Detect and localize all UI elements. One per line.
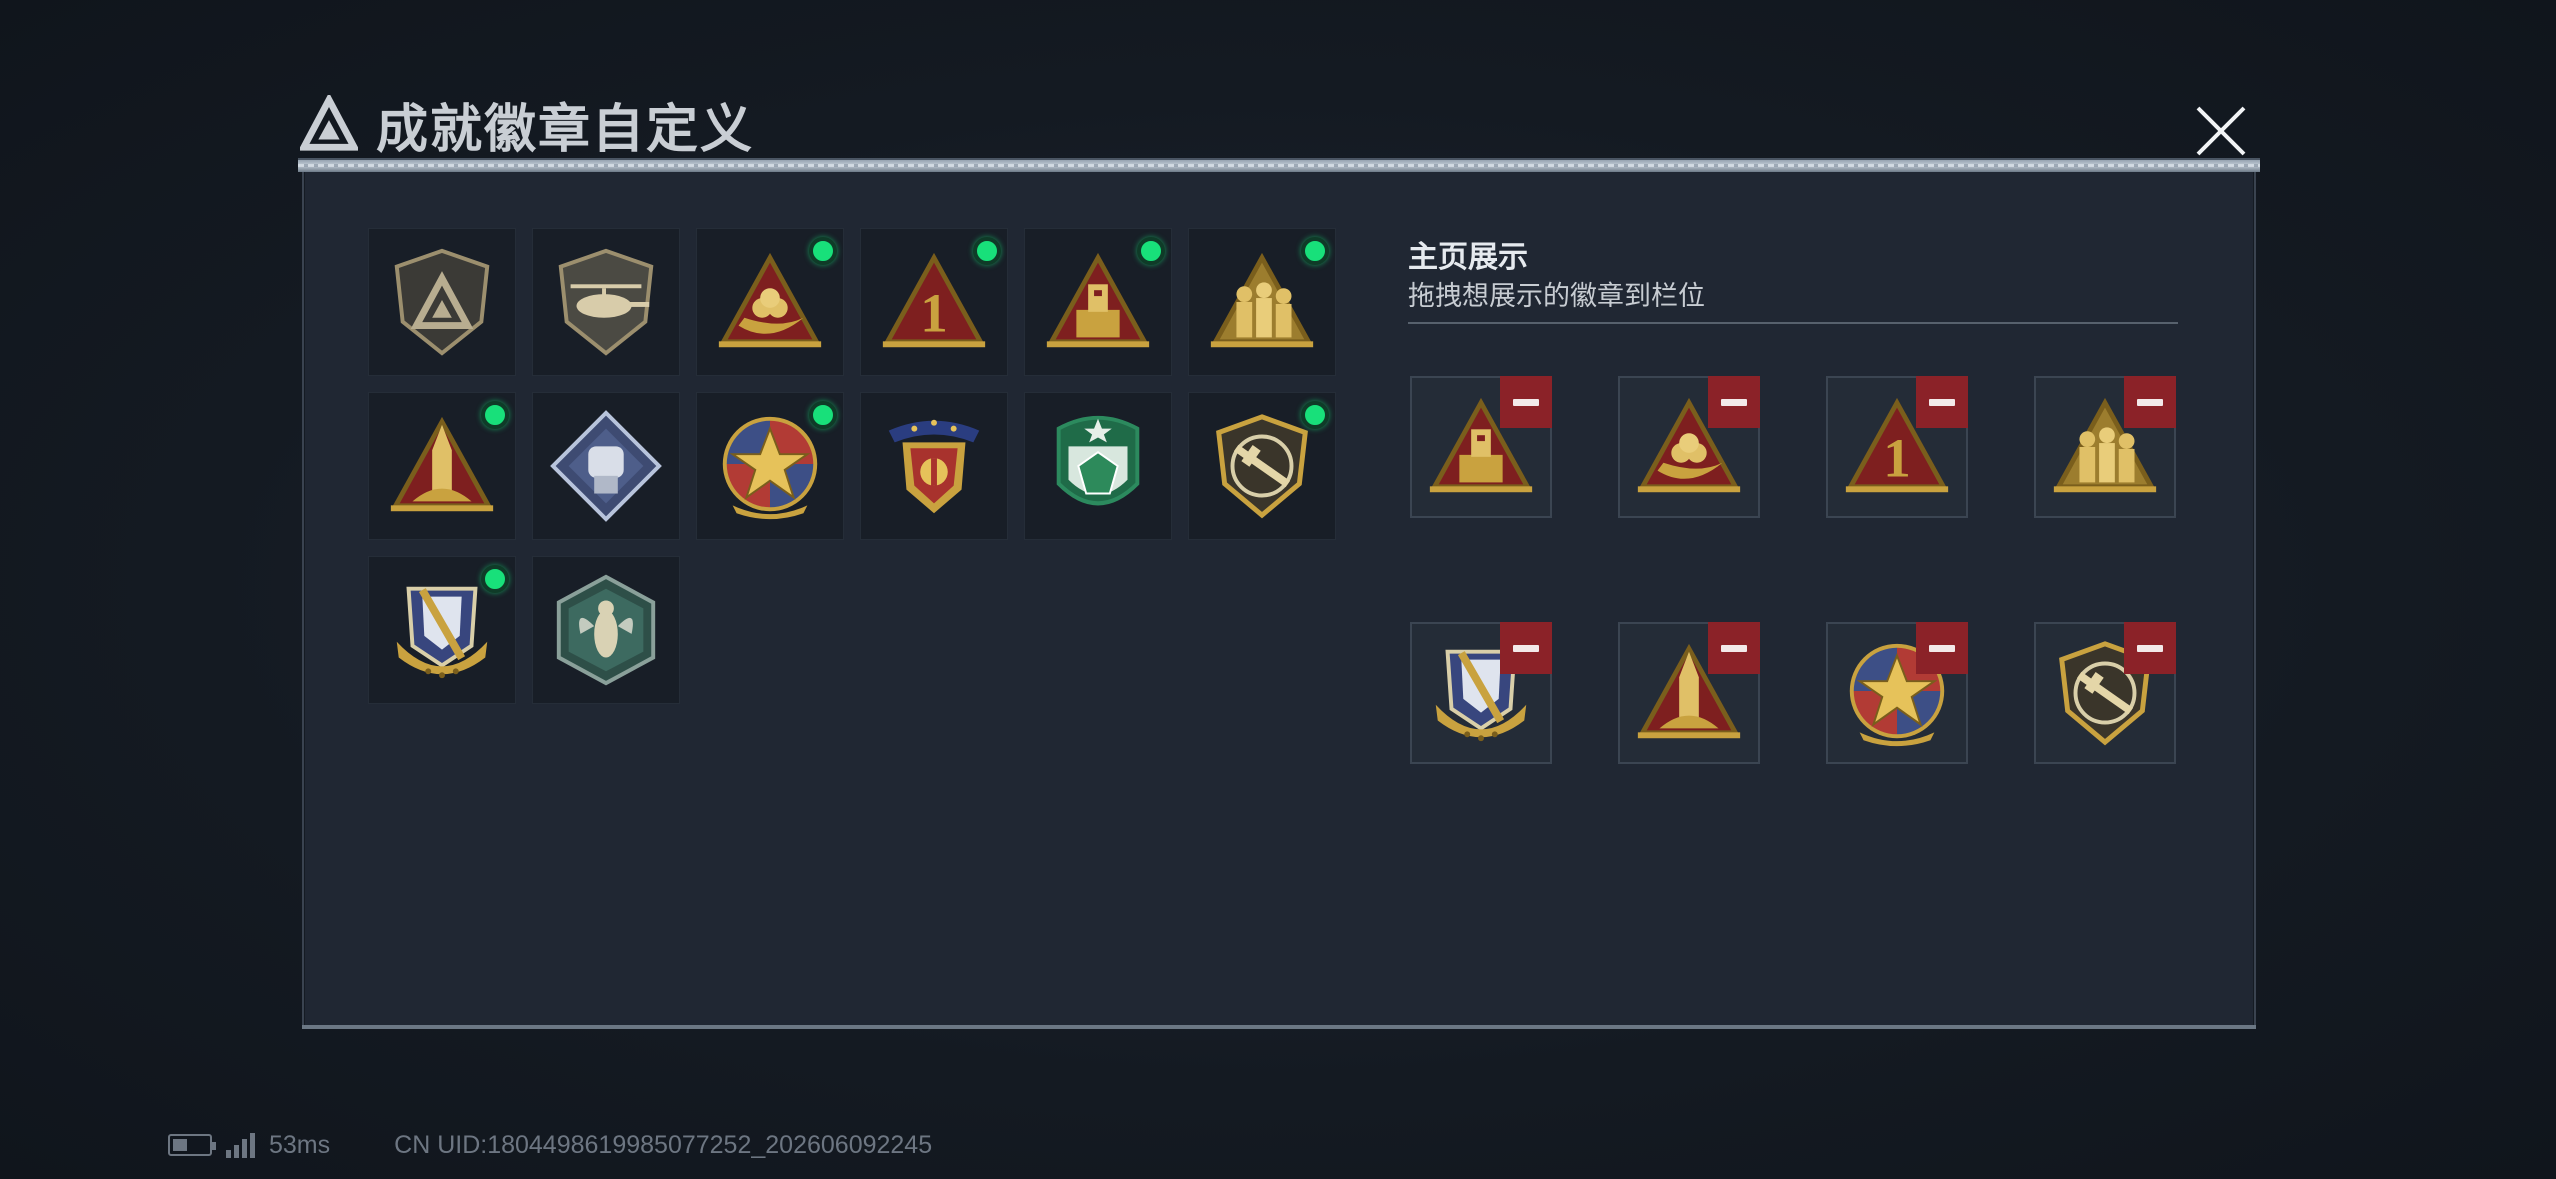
close-button[interactable] xyxy=(2190,100,2252,162)
remove-badge-button[interactable] xyxy=(1708,622,1760,674)
badge-diamond-fist[interactable] xyxy=(532,392,680,540)
badge-triangle-totem[interactable] xyxy=(1024,228,1172,376)
triangle-soldiers-badge-icon xyxy=(1210,252,1314,348)
badge-triangle-rocket[interactable] xyxy=(368,392,516,540)
svg-text:1: 1 xyxy=(1883,428,1911,489)
helicopter-badge-icon xyxy=(558,248,654,356)
showcase-slot-2[interactable] xyxy=(1618,376,1760,518)
badge-helicopter[interactable] xyxy=(532,228,680,376)
uid-text: CN UID:18044986199850772​52_202606092245 xyxy=(394,1130,933,1159)
badge-hexagon-wasp[interactable] xyxy=(532,556,680,704)
new-badge-indicator xyxy=(809,237,837,265)
star-wreath-badge-icon xyxy=(722,416,818,520)
panel-top-border xyxy=(298,158,2260,172)
winged-crest-badge-icon xyxy=(888,419,980,514)
badge-triangle-nest[interactable] xyxy=(696,228,844,376)
remove-badge-button[interactable] xyxy=(1916,622,1968,674)
showcase-slot-1[interactable] xyxy=(1410,376,1552,518)
showcase-subtitle: 拖拽想展示的徽章到栏位 xyxy=(1408,281,1705,311)
page-title: 成就徽章自定义 xyxy=(376,100,755,159)
showcase-slot-grid: 1 xyxy=(1410,376,2176,764)
remove-badge-button[interactable] xyxy=(1500,376,1552,428)
svg-text:1: 1 xyxy=(920,283,948,344)
showcase-slot-3[interactable]: 1 xyxy=(1826,376,1968,518)
new-badge-indicator xyxy=(1301,401,1329,429)
badge-triangle-soldiers[interactable] xyxy=(1188,228,1336,376)
triangle-nest-badge-icon xyxy=(718,252,822,348)
new-badge-indicator xyxy=(1137,237,1165,265)
remove-badge-button[interactable] xyxy=(2124,376,2176,428)
badge-triangle-number-one[interactable]: 1 xyxy=(860,228,1008,376)
triangle-number-one-badge-icon: 1 xyxy=(882,252,986,348)
hexagon-wasp-badge-icon xyxy=(556,574,656,686)
close-icon xyxy=(2196,106,2246,156)
rifle-shield-badge-icon xyxy=(1216,414,1308,519)
badge-star-wreath[interactable] xyxy=(696,392,844,540)
latency-text: 53ms xyxy=(269,1130,331,1159)
signal-icon xyxy=(226,1132,255,1158)
shield-triangle-badge-icon xyxy=(394,248,490,356)
battery-icon xyxy=(168,1134,216,1156)
badge-rifle-shield[interactable] xyxy=(1188,392,1336,540)
showcase-slot-4[interactable] xyxy=(2034,376,2176,518)
panel-bottom-border xyxy=(302,1025,2256,1029)
badge-green-gem-shield[interactable] xyxy=(1024,392,1172,540)
triangle-totem-badge-icon xyxy=(1046,252,1150,348)
new-badge-indicator xyxy=(481,565,509,593)
remove-badge-button[interactable] xyxy=(1500,622,1552,674)
remove-badge-button[interactable] xyxy=(1708,376,1760,428)
new-badge-indicator xyxy=(973,237,1001,265)
badge-collection-grid: 1 xyxy=(368,228,1336,704)
sword-wreath-badge-icon xyxy=(396,586,488,679)
diamond-fist-badge-icon xyxy=(550,410,662,522)
showcase-slot-7[interactable] xyxy=(1826,622,1968,764)
showcase-title: 主页展示 xyxy=(1408,241,1528,274)
status-bar: 53ms CN UID:18044986199850772​52_2026060… xyxy=(168,1128,932,1162)
delta-logo-icon xyxy=(300,95,358,151)
badge-winged-crest[interactable] xyxy=(860,392,1008,540)
new-badge-indicator xyxy=(481,401,509,429)
showcase-slot-8[interactable] xyxy=(2034,622,2176,764)
remove-badge-button[interactable] xyxy=(1916,376,1968,428)
badge-shield-triangle[interactable] xyxy=(368,228,516,376)
showcase-slot-6[interactable] xyxy=(1618,622,1760,764)
dialog-header: 成就徽章自定义 xyxy=(300,88,754,160)
showcase-slot-5[interactable] xyxy=(1410,622,1552,764)
showcase-divider xyxy=(1408,322,2178,324)
triangle-rocket-badge-icon xyxy=(390,416,494,512)
new-badge-indicator xyxy=(809,401,837,429)
green-gem-shield-badge-icon xyxy=(1056,415,1140,506)
badge-sword-wreath[interactable] xyxy=(368,556,516,704)
new-badge-indicator xyxy=(1301,237,1329,265)
remove-badge-button[interactable] xyxy=(2124,622,2176,674)
